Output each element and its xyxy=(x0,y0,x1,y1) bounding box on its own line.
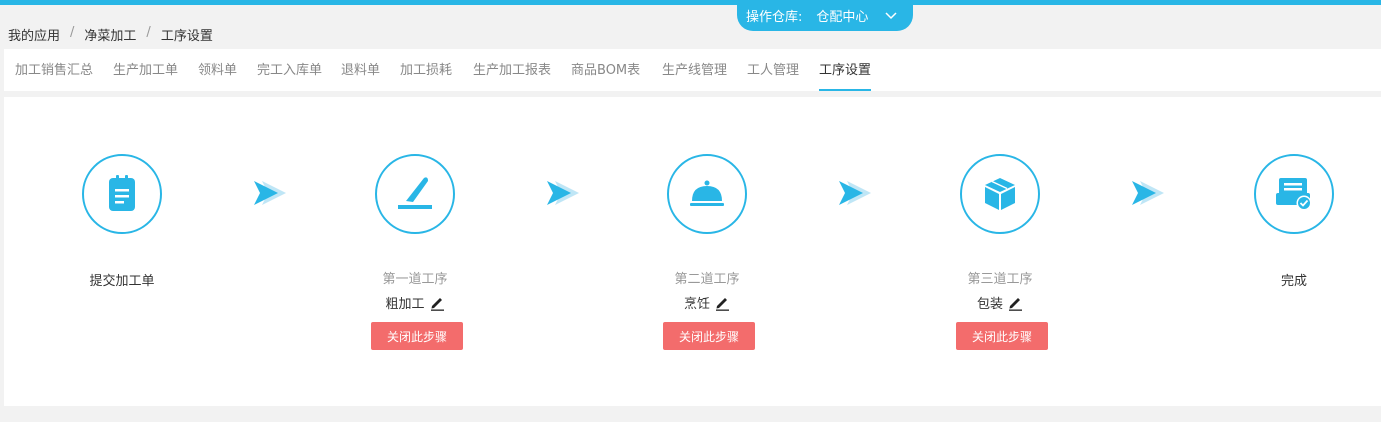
flow-arrow-icon xyxy=(254,181,286,205)
step-packaging-circle xyxy=(960,154,1040,234)
tab-process-settings[interactable]: 工序设置 xyxy=(819,49,872,91)
step-rough-processing-circle xyxy=(375,154,455,234)
breadcrumb: 我的应用 / 净菜加工 / 工序设置 xyxy=(8,25,213,44)
tab-material-return[interactable]: 退料单 xyxy=(341,49,380,91)
tab-bar: 加工销售汇总 生产加工单 领料单 完工入库单 退料单 加工损耗 生产加工报表 商… xyxy=(4,49,1381,91)
tab-bom[interactable]: 商品BOM表 xyxy=(571,49,640,91)
step-submit-circle xyxy=(82,154,162,234)
step-1-subtitle: 第一道工序 xyxy=(382,272,448,287)
tab-production-line[interactable]: 生产线管理 xyxy=(662,49,727,91)
edit-icon[interactable] xyxy=(714,295,730,311)
document-icon xyxy=(109,175,135,211)
warehouse-label: 操作仓库: xyxy=(746,10,803,25)
top-accent-bar xyxy=(0,0,1381,5)
tab-production-order[interactable]: 生产加工单 xyxy=(113,49,178,91)
step-3-subtitle: 第三道工序 xyxy=(967,272,1033,287)
step-complete-title: 完成 xyxy=(1280,274,1307,289)
warehouse-value: 仓配中心 xyxy=(816,10,869,25)
chevron-down-icon xyxy=(884,9,898,23)
close-step-3-button[interactable]: 关闭此步骤 xyxy=(956,322,1048,350)
step-3-name-row: 包装 xyxy=(920,293,1080,312)
knife-icon xyxy=(398,177,432,209)
step-1-name-row: 粗加工 xyxy=(335,293,495,312)
breadcrumb-separator: / xyxy=(70,25,75,40)
tab-processing-loss[interactable]: 加工损耗 xyxy=(400,49,452,91)
completed-icon xyxy=(1276,178,1312,211)
step-cooking-circle xyxy=(667,154,747,234)
cloche-icon xyxy=(690,180,724,206)
flow-arrow-icon xyxy=(839,181,871,205)
box-icon xyxy=(985,178,1015,210)
tab-processing-sales-summary[interactable]: 加工销售汇总 xyxy=(15,49,93,91)
tab-finished-goods-receipt[interactable]: 完工入库单 xyxy=(257,49,322,91)
breadcrumb-separator: / xyxy=(146,25,151,40)
flow-arrow-icon xyxy=(1132,181,1164,205)
tab-material-requisition[interactable]: 领料单 xyxy=(198,49,237,91)
step-2-subtitle: 第二道工序 xyxy=(674,272,740,287)
close-step-2-button[interactable]: 关闭此步骤 xyxy=(663,322,755,350)
warehouse-selector[interactable]: 操作仓库: 仓配中心 xyxy=(737,0,913,31)
step-1-name: 粗加工 xyxy=(385,297,425,312)
edit-icon[interactable] xyxy=(429,295,445,311)
step-2-name-row: 烹饪 xyxy=(627,293,787,312)
step-submit-title: 提交加工单 xyxy=(89,274,155,289)
process-flow-panel: 提交加工单 第一道工序 粗加工 关闭此步骤 第二道工序 烹饪 关闭此步骤 第三道… xyxy=(4,97,1381,406)
tab-production-report[interactable]: 生产加工报表 xyxy=(473,49,551,91)
step-2-name: 烹饪 xyxy=(683,297,710,312)
flow-arrow-icon xyxy=(547,181,579,205)
breadcrumb-item-current: 工序设置 xyxy=(160,29,213,44)
breadcrumb-item[interactable]: 净菜加工 xyxy=(84,25,136,44)
step-3-name: 包装 xyxy=(976,297,1003,312)
step-complete-circle xyxy=(1254,154,1334,234)
tab-worker-management[interactable]: 工人管理 xyxy=(747,49,799,91)
close-step-1-button[interactable]: 关闭此步骤 xyxy=(371,322,463,350)
edit-icon[interactable] xyxy=(1007,295,1023,311)
breadcrumb-item[interactable]: 我的应用 xyxy=(8,25,60,44)
